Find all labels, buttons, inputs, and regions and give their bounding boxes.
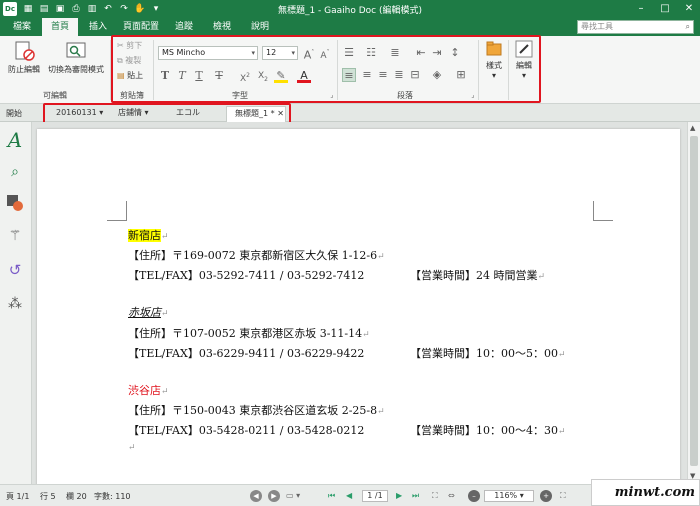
tab-page-layout[interactable]: 頁面配置 (118, 18, 164, 36)
search-icon: ⌕ (685, 22, 690, 31)
fit-page-icon[interactable]: ⛶ (432, 491, 438, 501)
store-hours-text: 【営業時間】10：00〜5：00 (410, 347, 558, 360)
tab-file[interactable]: 檔案 (4, 18, 40, 36)
paragraph-mark: ↵ (558, 427, 566, 437)
store-address-text: 【住所】〒169-0072 東京都新宿区大久保 1-12-6 (128, 249, 378, 262)
store-tel-text: 【TEL/FAX】03-5292-7411 / 03-5292-7412 (128, 269, 365, 282)
fit-width-icon[interactable]: ⇔ (448, 491, 455, 500)
store-hours[interactable]: 【営業時間】10：00〜5：00↵ (410, 345, 566, 361)
fullscreen-icon[interactable]: ⛶ (560, 491, 566, 501)
page-number-input[interactable]: 1 /1 (362, 490, 388, 502)
store-tel[interactable]: 【TEL/FAX】03-5292-7411 / 03-5292-7412 (128, 267, 364, 283)
paragraph-mark: ↵ (161, 232, 169, 242)
left-sidebar: A ⌕ ⚚ ↺ ⁂ (0, 122, 32, 484)
store-address[interactable]: 【住所】〒169-0072 東京都新宿区大久保 1-12-6↵ (128, 247, 385, 263)
back-icon[interactable]: ◀ (250, 490, 262, 502)
store-hours-text: 【営業時間】24 時間営業 (410, 269, 538, 282)
store-hours[interactable]: 【営業時間】24 時間営業↵ (410, 267, 545, 283)
store-address-text: 【住所】〒107-0052 東京都港区赤坂 3-11-14 (128, 327, 363, 340)
store-address[interactable]: 【住所】〒150-0043 東京都渋谷区道玄坂 2-25-8↵ (128, 402, 385, 418)
search-placeholder: 尋找工具 (581, 22, 613, 31)
store-name-text: 新宿店 (128, 229, 161, 242)
paragraph-mark: ↵ (377, 407, 385, 417)
scroll-up-icon[interactable]: ▲ (690, 124, 695, 132)
last-page-icon[interactable]: ⏭ (412, 491, 419, 501)
stop-editing-label: 防止編輯 (8, 65, 40, 74)
store-name[interactable]: 新宿店↵ (128, 227, 169, 243)
store-name[interactable]: 渋谷店↵ (128, 382, 169, 398)
forward-icon[interactable]: ▶ (268, 490, 280, 502)
maximize-icon[interactable]: □ (654, 0, 676, 18)
shapes-svg (7, 195, 23, 211)
magic-wand-icon[interactable]: ⚚ (5, 226, 25, 246)
switch-review-mode-button[interactable]: 切換為審閱模式 (46, 40, 106, 75)
paragraph-mark: ↵ (161, 387, 169, 397)
paragraph-mark: ↵ (161, 309, 169, 319)
status-column: 欄 20 (66, 492, 87, 501)
zoom-value: 116% (494, 491, 518, 500)
next-page-icon[interactable]: ▶ (396, 491, 402, 500)
store-tel[interactable]: 【TEL/FAX】03-5428-0211 / 03-5428-0212 (128, 422, 364, 438)
store-hours-text: 【営業時間】10：00〜4：30 (410, 424, 558, 437)
stop-editing-button[interactable]: 防止編輯 (6, 40, 42, 75)
close-icon[interactable]: ✕ (678, 0, 700, 18)
annotation-box-tabs (43, 103, 291, 124)
store-hours[interactable]: 【営業時間】10：00〜4：30↵ (410, 422, 566, 438)
store-address[interactable]: 【住所】〒107-0052 東京都港区赤坂 3-11-14↵ (128, 325, 370, 341)
store-name-text: 渋谷店 (128, 384, 161, 397)
zoom-select[interactable]: 116% ▾ (484, 490, 534, 502)
vertical-scrollbar[interactable]: ▲ ▼ (687, 122, 700, 484)
store-name[interactable]: 赤坂店↵ (128, 304, 169, 320)
switch-review-label: 切換為審閱模式 (48, 65, 104, 74)
margin-corner-mark (593, 201, 613, 221)
title-bar: Dc ▦ ▤ ▣ ⎙ ▥ ↶ ↷ ✋ ▾ 無標題_1 - Gaaiho Doc … (0, 0, 700, 18)
tab-track[interactable]: 追蹤 (166, 18, 202, 36)
review-mode-icon (66, 42, 86, 58)
page-number-value: 1 /1 (367, 491, 383, 500)
margin-corner-mark (107, 201, 127, 221)
status-char-count: 字數: 110 (94, 492, 131, 501)
store-tel-text: 【TEL/FAX】03-6229-9411 / 03-6229-9422 (128, 347, 365, 360)
zoom-in-icon[interactable]: + (540, 490, 552, 502)
watermark-text: minwt.com (614, 485, 695, 500)
minimize-icon[interactable]: – (630, 0, 652, 18)
tab-help[interactable]: 說明 (242, 18, 278, 36)
empty-paragraph[interactable]: ↵ (128, 440, 136, 453)
paragraph-mark: ↵ (558, 350, 566, 360)
paragraph-mark: ↵ (537, 272, 546, 282)
start-label[interactable]: 開始 (0, 107, 22, 123)
first-page-icon[interactable]: ⏮ (328, 491, 335, 501)
annotation-box-ribbon (111, 35, 541, 103)
store-address-text: 【住所】〒150-0043 東京都渋谷区道玄坂 2-25-8 (128, 404, 378, 417)
window-title: 無標題_1 - Gaaiho Doc (編輯模式) (277, 6, 423, 16)
shapes-icon[interactable] (5, 194, 25, 214)
document-canvas: 新宿店↵ 【住所】〒169-0072 東京都新宿区大久保 1-12-6↵ 【TE… (32, 122, 687, 484)
store-tel[interactable]: 【TEL/FAX】03-6229-9411 / 03-6229-9422 (128, 345, 364, 361)
paragraph-mark: ↵ (362, 330, 370, 340)
paragraph-mark: ↵ (377, 252, 385, 262)
document-page[interactable]: 新宿店↵ 【住所】〒169-0072 東京都新宿区大久保 1-12-6↵ 【TE… (37, 129, 680, 484)
page-layout-icon[interactable]: ▭ ▾ (286, 491, 300, 500)
text-format-icon[interactable]: A (5, 130, 25, 150)
history-icon[interactable]: ↺ (5, 260, 25, 280)
search-tools-input[interactable]: 尋找工具 ⌕ (577, 20, 694, 34)
tab-insert[interactable]: 插入 (80, 18, 116, 36)
editable-group-label: 可編輯 (43, 91, 67, 100)
store-name-text: 赤坂店 (128, 306, 161, 319)
find-page-icon[interactable]: ⌕ (5, 162, 25, 182)
previous-page-icon[interactable]: ◀ (346, 491, 352, 500)
stop-editing-icon (15, 41, 35, 61)
status-line: 行 5 (40, 492, 56, 501)
paragraph-mark: ↵ (128, 443, 136, 453)
tab-home[interactable]: 首頁 (42, 18, 78, 36)
zoom-out-icon[interactable]: – (468, 490, 480, 502)
store-tel-text: 【TEL/FAX】03-5428-0211 / 03-5428-0212 (128, 424, 365, 437)
organization-icon[interactable]: ⁂ (5, 294, 25, 314)
scroll-thumb[interactable] (690, 136, 698, 466)
tab-view[interactable]: 檢視 (204, 18, 240, 36)
status-page: 頁 1/1 (6, 492, 30, 501)
watermark: minwt.com (591, 479, 700, 506)
